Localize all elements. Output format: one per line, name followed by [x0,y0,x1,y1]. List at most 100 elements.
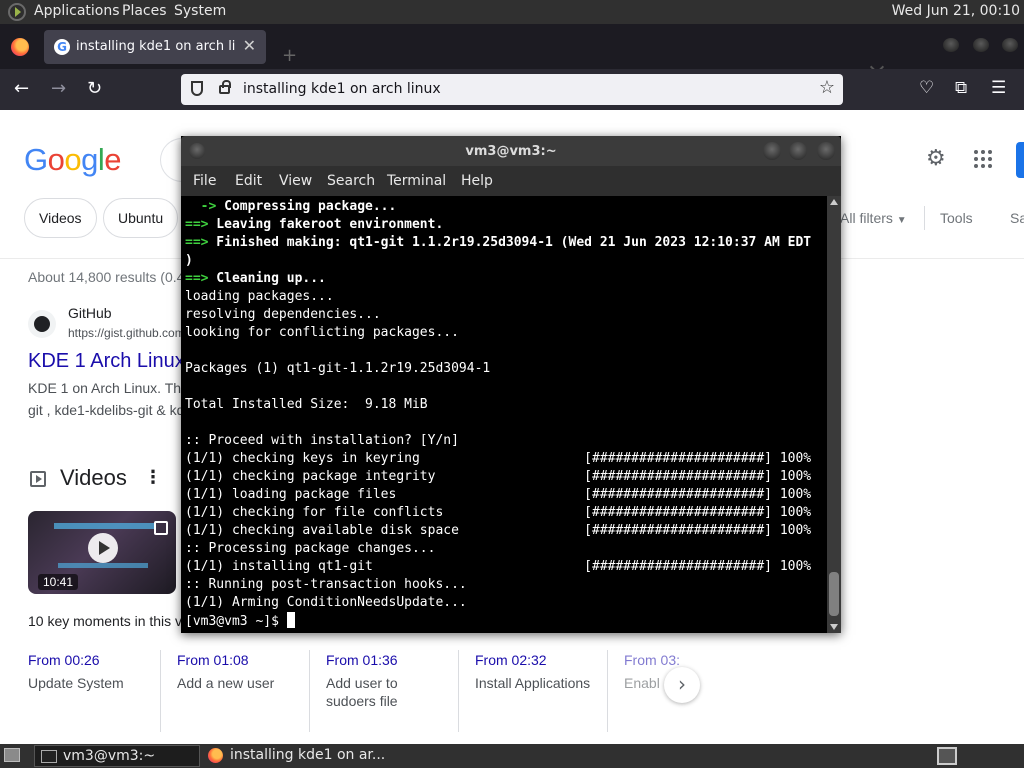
places-menu[interactable]: Places [122,3,167,19]
taskbar-item-label: vm3@vm3:~ [63,748,156,764]
menu-edit[interactable]: Edit [235,173,262,189]
tools-button[interactable]: Tools [940,210,973,226]
tab-title: installing kde1 on arch linux [76,39,236,54]
moment-time: From 00:26 [28,652,100,668]
result-site-name[interactable]: GitHub [68,305,112,321]
video-thumbnail[interactable]: 10:41 [28,511,176,594]
system-menu[interactable]: System [174,3,226,19]
terminal-line-text: looking for conflicting packages... [185,325,459,340]
url-bar[interactable]: installing kde1 on arch linux ☆ [181,74,843,105]
chevron-right-icon[interactable]: › [664,667,700,703]
firefox-view-icon[interactable] [11,38,29,56]
result-site-url[interactable]: https://gist.github.com [68,326,185,340]
terminal-window[interactable]: vm3@vm3:~ File Edit View Search Terminal… [181,136,841,633]
all-filters-label: All filters [840,210,893,226]
terminal-arrow: ==> [185,235,209,250]
safesearch-button[interactable]: Sa [1010,210,1024,226]
terminal-line: Packages (1) qt1-git-1.1.2r19.25d3094-1 [185,360,825,378]
terminal-line-text: Leaving fakeroot environment. [208,217,444,232]
taskbar-item-label: installing kde1 on ar... [230,747,386,763]
menu-help[interactable]: Help [461,173,493,189]
firefox-icon [208,748,223,763]
terminal-output[interactable]: -> Compressing package... ==> Leaving fak… [185,198,825,631]
pocket-icon[interactable]: ♡ [919,78,934,98]
moment-label: Update System [28,675,124,691]
menu-view[interactable]: View [279,173,312,189]
forward-arrow-icon[interactable]: → [51,78,66,99]
terminal-line: (1/1) installing qt1-git [##############… [185,558,825,576]
extensions-puzzle-icon[interactable]: ⧉ [955,78,967,98]
terminal-line-text: (1/1) checking package integrity [######… [185,469,812,484]
key-moment[interactable]: From 00:26 Update System [28,652,168,692]
taskbar-item-firefox[interactable]: installing kde1 on ar... [200,745,430,767]
taskbar-item-terminal[interactable]: vm3@vm3:~ [34,745,200,767]
terminal-maximize-button[interactable] [789,142,807,160]
window-close-button[interactable] [1002,38,1018,52]
terminal-line: (1/1) checking keys in keyring [########… [185,450,825,468]
settings-gear-icon[interactable]: ⚙ [926,146,946,171]
terminal-line: loading packages... [185,288,825,306]
terminal-line-text: ) [185,253,193,268]
chip-videos[interactable]: Videos [24,198,97,238]
terminal-line-text: Cleaning up... [208,271,326,286]
menu-terminal[interactable]: Terminal [387,173,446,189]
play-icon[interactable] [88,533,118,563]
bookmark-star-icon[interactable]: ☆ [819,77,835,98]
key-moment[interactable]: From 01:08 Add a new user [177,652,317,692]
google-logo[interactable]: Google [24,142,122,178]
moment-label: Install Applications [475,675,591,691]
back-arrow-icon[interactable]: ← [14,78,29,99]
logo-letter: g [81,142,98,177]
window-maximize-button[interactable] [973,38,989,52]
menu-search[interactable]: Search [327,173,375,189]
all-filters-button[interactable]: All filters ▼ [840,210,907,226]
gnome-foot-icon[interactable] [8,3,26,21]
key-moments-text: 10 key moments in this v [28,613,183,629]
terminal-line-text: (1/1) Arming ConditionNeedsUpdate... [185,595,467,610]
tracking-shield-icon[interactable] [191,81,203,96]
expand-icon[interactable] [154,521,168,535]
logo-letter: o [47,142,65,177]
terminal-line: (1/1) checking available disk space [###… [185,522,825,540]
terminal-line-text: :: Proceed with installation? [Y/n] [185,433,459,448]
terminal-line-text: (1/1) installing qt1-git [##############… [185,559,812,574]
workspace-switcher[interactable] [937,747,957,765]
google-apps-grid-icon[interactable] [974,150,992,168]
terminal-menubar: File Edit View Search Terminal Help [181,166,841,196]
moment-time: From 03: [624,652,681,668]
terminal-titlebar[interactable]: vm3@vm3:~ [181,136,841,166]
scroll-down-arrow-icon[interactable] [830,624,838,630]
tab-active[interactable]: G installing kde1 on arch linux ✕ [44,30,266,64]
hamburger-menu-icon[interactable]: ☰ [991,78,1006,98]
scroll-up-arrow-icon[interactable] [830,199,838,205]
terminal-icon [41,750,57,763]
url-input[interactable]: installing kde1 on arch linux [243,81,441,97]
browser-tab-strip: G installing kde1 on arch linux ✕ + [0,24,1024,75]
menu-file[interactable]: File [193,173,216,189]
sign-in-button[interactable] [1016,142,1024,178]
terminal-line: (1/1) checking package integrity [######… [185,468,825,486]
terminal-line-text: Total Installed Size: 9.18 MiB [185,397,428,412]
bottom-taskbar: vm3@vm3:~ installing kde1 on ar... [0,744,1024,768]
tab-close-icon[interactable]: ✕ [243,36,256,55]
thumbnail-caption [54,523,154,529]
terminal-line: resolving dependencies... [185,306,825,324]
scrollbar-thumb[interactable] [829,572,839,616]
video-duration: 10:41 [38,574,79,590]
terminal-close-button[interactable] [817,142,835,160]
panel-clock[interactable]: Wed Jun 21, 00:10 [892,3,1020,19]
terminal-minimize-button[interactable] [763,142,781,160]
key-moment[interactable]: From 02:32 Install Applications [475,652,615,692]
reload-icon[interactable]: ↻ [87,78,102,99]
more-vertical-icon[interactable]: ⋮ [144,467,162,488]
text-cursor [286,612,295,628]
chip-ubuntu[interactable]: Ubuntu [103,198,179,238]
terminal-scrollbar[interactable] [827,196,841,633]
show-desktop-icon[interactable] [4,748,20,762]
key-moment[interactable]: From 01:36 Add user to sudoers file [326,652,446,710]
terminal-prompt-line[interactable]: [vm3@vm3 ~]$ [185,612,825,630]
result-title-link[interactable]: KDE 1 Arch Linux [28,350,185,373]
window-minimize-button[interactable] [943,38,959,52]
lock-icon[interactable] [219,80,231,94]
applications-menu[interactable]: Applications [34,3,120,19]
